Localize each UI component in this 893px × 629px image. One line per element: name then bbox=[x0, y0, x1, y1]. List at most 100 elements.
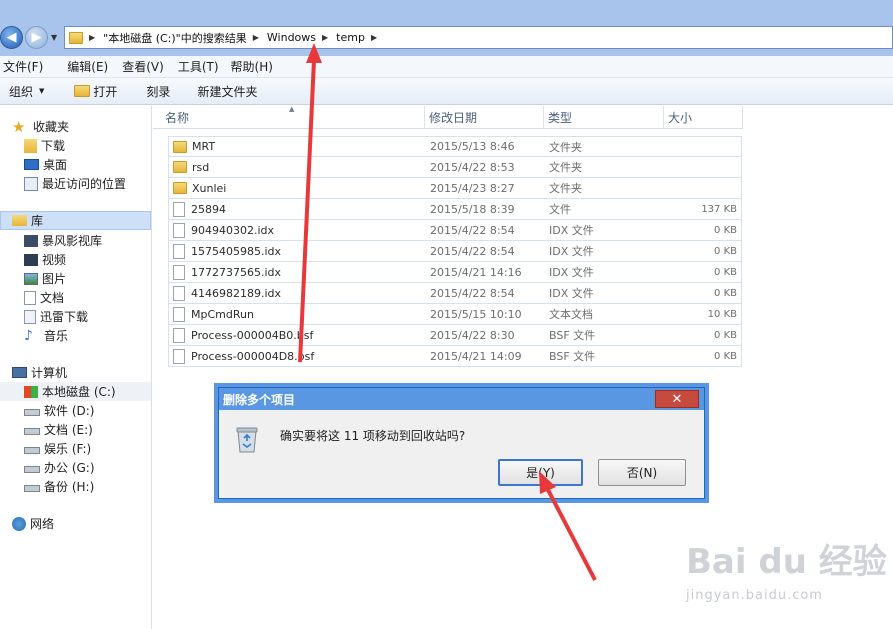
file-icon bbox=[173, 243, 185, 259]
file-list: MRT 2015/5/13 8:46 文件夹 rsd 2015/4/22 8:53 文件夹… bbox=[168, 136, 742, 367]
file-name: 4146982189.idx bbox=[173, 285, 282, 301]
nav-drive-c[interactable]: 本地磁盘 (C:) bbox=[0, 382, 151, 401]
menu-help[interactable]: 帮助(H) bbox=[231, 58, 273, 75]
file-name-text: 4146982189.idx bbox=[191, 286, 282, 300]
nav-pictures[interactable]: 图片 bbox=[24, 269, 66, 288]
file-row[interactable]: 1772737565.idx 2015/4/21 14:16 IDX 文件 0 KB bbox=[168, 262, 742, 283]
folder-icon bbox=[69, 31, 83, 44]
nav-drive-g[interactable]: 办公 (G:) bbox=[24, 458, 95, 477]
breadcrumb-temp[interactable]: temp bbox=[336, 31, 365, 44]
burn-label: 刻录 bbox=[146, 84, 171, 99]
file-icon bbox=[173, 264, 185, 280]
column-type[interactable]: 类型 bbox=[544, 106, 664, 129]
drive-icon bbox=[24, 427, 40, 435]
drive-icon bbox=[24, 408, 40, 416]
menu-tools[interactable]: 工具(T) bbox=[178, 58, 219, 75]
folder-icon bbox=[173, 182, 187, 194]
nav-videos[interactable]: 视频 bbox=[24, 250, 66, 269]
menu-view[interactable]: 查看(V) bbox=[122, 58, 164, 75]
history-dropdown-icon[interactable]: ▼ bbox=[51, 33, 57, 42]
file-row[interactable]: Process-000004D8.bsf 2015/4/21 14:09 BSF 文… bbox=[168, 346, 742, 367]
file-row[interactable]: MRT 2015/5/13 8:46 文件夹 bbox=[168, 136, 742, 157]
nav-drive-d-label: 软件 (D:) bbox=[44, 404, 95, 418]
menu-file[interactable]: 文件(F) bbox=[3, 58, 43, 75]
file-row[interactable]: Process-000004B0.bsf 2015/4/22 8:30 BSF 文件… bbox=[168, 325, 742, 346]
file-name: 1575405985.idx bbox=[173, 243, 281, 259]
nav-drive-f[interactable]: 娱乐 (F:) bbox=[24, 439, 91, 458]
organize-button[interactable]: 组织 ▼ bbox=[9, 83, 44, 100]
open-label: 打开 bbox=[93, 84, 118, 99]
no-button[interactable]: 否(N) bbox=[598, 459, 686, 486]
file-row[interactable]: 4146982189.idx 2015/4/22 8:54 IDX 文件 0 KB bbox=[168, 283, 742, 304]
file-icon bbox=[173, 285, 185, 301]
file-date: 2015/4/21 14:09 bbox=[430, 349, 522, 363]
file-name: MRT bbox=[173, 140, 215, 153]
breadcrumb-search-results[interactable]: "本地磁盘 (C:)"中的搜索结果 bbox=[103, 30, 247, 46]
chevron-right-icon[interactable]: ▶ bbox=[253, 33, 259, 42]
library-icon bbox=[12, 215, 27, 226]
menu-bar: 文件(F) 编辑(E) 查看(V) 工具(T) 帮助(H) bbox=[0, 56, 893, 78]
windows-drive-icon bbox=[24, 385, 38, 398]
column-name-label: 名称 bbox=[165, 111, 190, 125]
file-name: rsd bbox=[173, 161, 209, 174]
address-bar[interactable]: ▶ "本地磁盘 (C:)"中的搜索结果 ▶ Windows ▶ temp ▶ bbox=[64, 26, 893, 49]
file-date: 2015/4/22 8:54 bbox=[430, 244, 515, 258]
nav-libraries[interactable]: 库 bbox=[0, 211, 151, 230]
chevron-right-icon[interactable]: ▶ bbox=[371, 33, 377, 42]
file-row[interactable]: 1575405985.idx 2015/4/22 8:54 IDX 文件 0 KB bbox=[168, 241, 742, 262]
file-row[interactable]: MpCmdRun 2015/5/15 10:10 文本文档 10 KB bbox=[168, 304, 742, 325]
nav-network[interactable]: 网络 bbox=[12, 514, 54, 533]
video-library-icon bbox=[24, 234, 38, 247]
nav-desktop[interactable]: 桌面 bbox=[24, 155, 67, 174]
file-size: 0 KB bbox=[714, 329, 737, 341]
burn-button[interactable]: 刻录 bbox=[146, 83, 170, 100]
file-row[interactable]: Xunlei 2015/4/23 8:27 文件夹 bbox=[168, 178, 742, 199]
sort-ascending-icon: ▲ bbox=[289, 105, 295, 113]
nav-music[interactable]: ♪ 音乐 bbox=[24, 326, 68, 345]
file-row[interactable]: rsd 2015/4/22 8:53 文件夹 bbox=[168, 157, 742, 178]
breadcrumb-windows[interactable]: Windows bbox=[267, 31, 316, 44]
back-button[interactable]: ◀ bbox=[0, 26, 23, 49]
nav-drive-d[interactable]: 软件 (D:) bbox=[24, 401, 94, 420]
column-size[interactable]: 大小 bbox=[664, 106, 743, 129]
nav-computer[interactable]: 计算机 bbox=[12, 363, 67, 382]
file-name-text: Xunlei bbox=[192, 181, 227, 195]
file-row[interactable]: 904940302.idx 2015/4/22 8:54 IDX 文件 0 KB bbox=[168, 220, 742, 241]
film-icon bbox=[24, 253, 38, 266]
nav-recent-places[interactable]: 最近访问的位置 bbox=[24, 174, 126, 193]
music-note-icon: ♪ bbox=[24, 327, 33, 344]
nav-network-label: 网络 bbox=[30, 517, 55, 531]
folder-icon bbox=[173, 161, 187, 173]
file-icon bbox=[173, 222, 185, 238]
file-name: 904940302.idx bbox=[173, 222, 274, 238]
column-date[interactable]: 修改日期 bbox=[425, 106, 544, 129]
open-button[interactable]: 打开 bbox=[74, 83, 117, 100]
column-name[interactable]: 名称 ▲ bbox=[153, 105, 425, 129]
navigation-pane: ★ 收藏夹 下载 桌面 最近访问的位置 库 暴风影视库 视频 图片 文档 迅雷下… bbox=[0, 106, 152, 629]
nav-favorites[interactable]: ★ 收藏夹 bbox=[12, 117, 69, 136]
nav-documents[interactable]: 文档 bbox=[24, 288, 64, 307]
file-name: Process-000004D8.bsf bbox=[173, 348, 314, 364]
file-type: 文件夹 bbox=[549, 182, 582, 195]
file-name-text: MpCmdRun bbox=[191, 307, 254, 321]
nav-downloads[interactable]: 下载 bbox=[24, 136, 65, 155]
desktop-icon bbox=[24, 159, 39, 170]
file-name-text: 1772737565.idx bbox=[191, 265, 282, 279]
watermark-url: jingyan.baidu.com bbox=[686, 588, 823, 603]
file-icon bbox=[173, 327, 185, 343]
file-date: 2015/4/22 8:53 bbox=[430, 160, 515, 174]
nav-xunlei-downloads[interactable]: 迅雷下载 bbox=[24, 307, 88, 326]
nav-drive-e-label: 文档 (E:) bbox=[44, 423, 93, 437]
command-toolbar: 组织 ▼ 打开 刻录 新建文件夹 bbox=[0, 78, 893, 105]
file-row[interactable]: 25894 2015/5/18 8:39 文件 137 KB bbox=[168, 199, 742, 220]
dialog-close-button[interactable]: ✕ bbox=[655, 390, 699, 408]
nav-baofeng-library[interactable]: 暴风影视库 bbox=[24, 231, 102, 250]
menu-edit[interactable]: 编辑(E) bbox=[67, 58, 108, 75]
chevron-right-icon[interactable]: ▶ bbox=[322, 33, 328, 42]
forward-button[interactable]: ▶ bbox=[25, 26, 48, 49]
new-folder-button[interactable]: 新建文件夹 bbox=[197, 83, 257, 100]
yes-button[interactable]: 是(Y) bbox=[498, 459, 583, 486]
nav-drive-h[interactable]: 备份 (H:) bbox=[24, 477, 94, 496]
star-icon: ★ bbox=[12, 117, 26, 136]
nav-drive-e[interactable]: 文档 (E:) bbox=[24, 420, 93, 439]
